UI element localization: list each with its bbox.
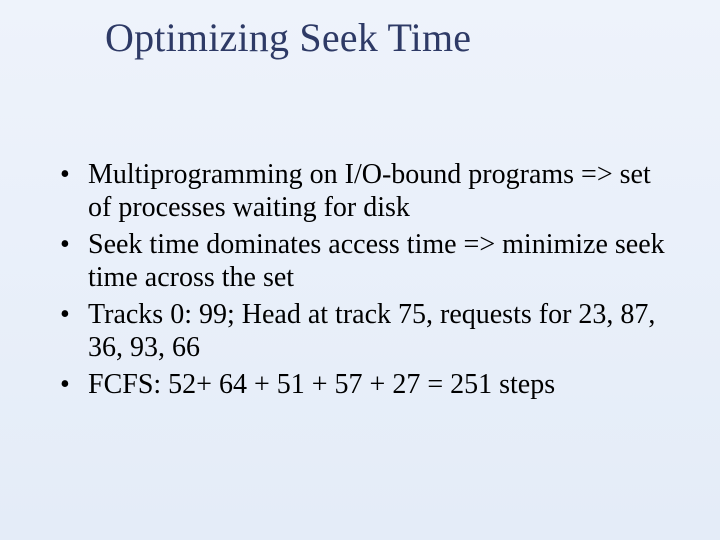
bullet-list: Multiprogramming on I/O-bound programs =… [54,158,670,401]
bullet-item: Seek time dominates access time => minim… [54,228,670,294]
slide-title: Optimizing Seek Time [105,14,471,61]
bullet-item: FCFS: 52+ 64 + 51 + 57 + 27 = 251 steps [54,368,670,401]
bullet-item: Tracks 0: 99; Head at track 75, requests… [54,298,670,364]
slide-body: Multiprogramming on I/O-bound programs =… [54,158,670,405]
bullet-item: Multiprogramming on I/O-bound programs =… [54,158,670,224]
slide: Optimizing Seek Time Multiprogramming on… [0,0,720,540]
